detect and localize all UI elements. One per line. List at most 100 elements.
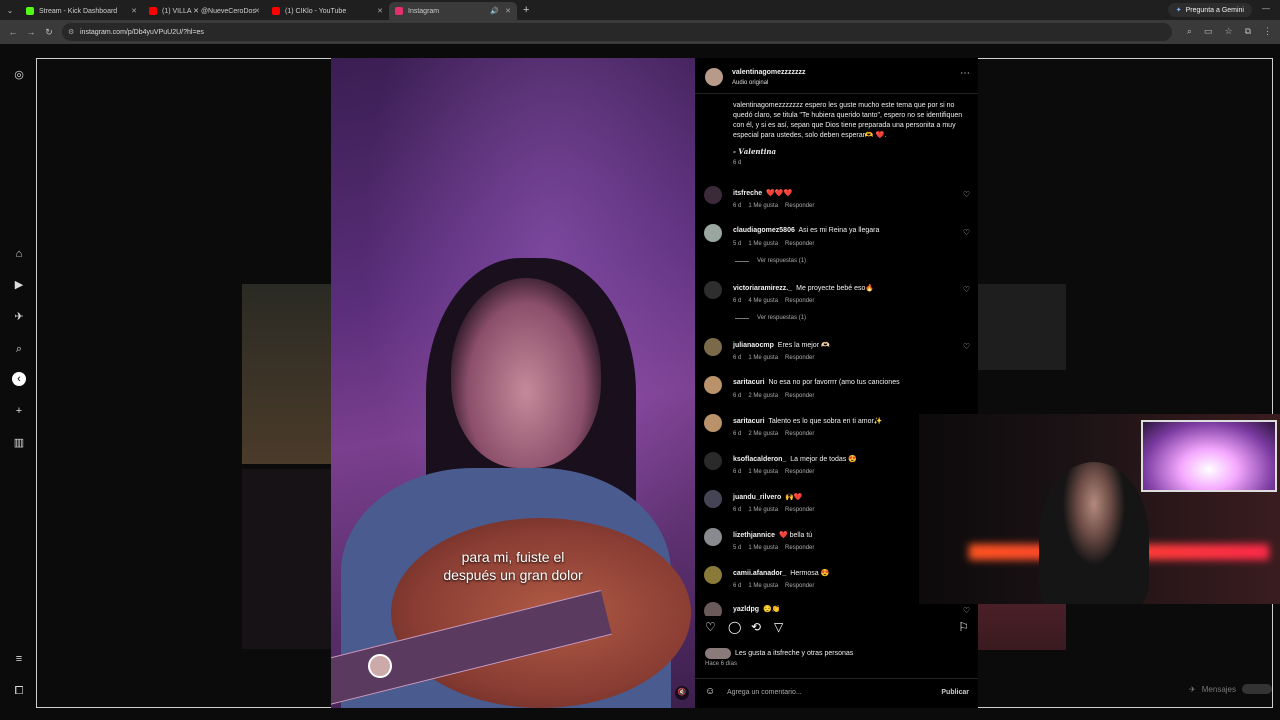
- save-bookmark-icon[interactable]: ⚐: [958, 620, 969, 634]
- comment-username[interactable]: saritacuri: [733, 418, 765, 425]
- mute-icon[interactable]: 🔇: [675, 686, 689, 700]
- reply-button[interactable]: Responder: [785, 545, 814, 551]
- search-icon[interactable]: ⌕: [12, 342, 26, 356]
- reply-button[interactable]: Responder: [785, 507, 814, 513]
- comment-username[interactable]: lizethjannice: [733, 532, 775, 539]
- comment-username[interactable]: juandu_rilvero: [733, 494, 781, 501]
- create-icon[interactable]: +: [12, 404, 26, 418]
- like-comment-icon[interactable]: ♡: [963, 285, 970, 294]
- comment-likes[interactable]: 4 Me gusta: [748, 298, 778, 304]
- post-username[interactable]: valentinagomezzzzzzz: [732, 69, 806, 76]
- more-menu-icon[interactable]: ≡: [12, 652, 26, 666]
- comment-username[interactable]: julianaocmp: [733, 342, 774, 349]
- comment-likes[interactable]: 1 Me gusta: [748, 507, 778, 513]
- emoji-icon[interactable]: ☺: [705, 686, 715, 697]
- close-tab-icon[interactable]: ✕: [131, 7, 137, 15]
- reply-button[interactable]: Responder: [785, 431, 814, 437]
- comment-username[interactable]: ksoflacalderon_: [733, 456, 786, 463]
- messages-icon[interactable]: ✈: [12, 310, 26, 324]
- avatar[interactable]: [704, 338, 722, 356]
- comment-likes[interactable]: 1 Me gusta: [748, 469, 778, 475]
- publish-button[interactable]: Publicar: [941, 689, 969, 696]
- youtube-favicon-icon: [272, 7, 280, 15]
- reload-icon[interactable]: ↻: [40, 27, 58, 38]
- like-comment-icon[interactable]: ♡: [963, 228, 970, 237]
- home-icon[interactable]: ⌂: [12, 247, 26, 261]
- view-replies-button[interactable]: Ver respuestas (1): [735, 315, 806, 321]
- comment-username[interactable]: saritacuri: [733, 379, 765, 386]
- reply-button[interactable]: Responder: [785, 298, 814, 304]
- menu-icon[interactable]: ⋮: [1263, 26, 1272, 37]
- comment-input[interactable]: Agrega un comentario...: [727, 689, 802, 696]
- reply-button[interactable]: Responder: [785, 241, 814, 247]
- comment-likes[interactable]: 2 Me gusta: [748, 431, 778, 437]
- avatar[interactable]: [705, 68, 723, 86]
- avatar[interactable]: [704, 490, 722, 508]
- like-heart-icon[interactable]: ♡: [705, 620, 716, 634]
- tab-search-icon[interactable]: ⌄: [0, 6, 20, 15]
- like-comment-icon[interactable]: ♡: [963, 342, 970, 351]
- forward-icon[interactable]: →: [22, 27, 40, 37]
- tab-instagram[interactable]: Instagram 🔊 ✕: [389, 2, 517, 20]
- close-tab-icon[interactable]: ✕: [377, 7, 383, 15]
- back-circle-icon[interactable]: ‹: [12, 372, 26, 386]
- comment-likes[interactable]: 1 Me gusta: [748, 583, 778, 589]
- avatar[interactable]: [704, 602, 722, 616]
- avatar[interactable]: [704, 186, 722, 204]
- comment-username[interactable]: itsfreche: [733, 190, 762, 197]
- reply-button[interactable]: Responder: [785, 203, 814, 209]
- comment-username[interactable]: victoriaramirezz._: [733, 285, 792, 292]
- reply-button[interactable]: Responder: [785, 469, 814, 475]
- avatar[interactable]: [704, 528, 722, 546]
- close-tab-icon[interactable]: ✕: [254, 7, 260, 15]
- messages-button[interactable]: ✈ Mensajes: [1189, 682, 1272, 696]
- like-comment-icon[interactable]: ♡: [963, 606, 970, 615]
- avatar[interactable]: [704, 566, 722, 584]
- avatar[interactable]: [704, 224, 722, 242]
- comment-likes[interactable]: 1 Me gusta: [748, 241, 778, 247]
- tab-ciklo[interactable]: (1) CIKlo - YouTube ✕: [266, 2, 389, 20]
- comment-likes[interactable]: 2 Me gusta: [748, 393, 778, 399]
- comment-bubble-icon[interactable]: ◯: [728, 620, 741, 634]
- avatar[interactable]: [704, 281, 722, 299]
- comment-likes[interactable]: 1 Me gusta: [748, 355, 778, 361]
- view-replies-button[interactable]: Ver respuestas (1): [735, 258, 806, 264]
- comment-username[interactable]: claudiagomez5806: [733, 227, 795, 234]
- repost-icon[interactable]: ⟲: [751, 620, 761, 634]
- close-tab-icon[interactable]: ✕: [505, 7, 511, 15]
- audio-playing-icon[interactable]: 🔊: [490, 7, 499, 15]
- bookmark-star-icon[interactable]: ☆: [1224, 26, 1232, 37]
- reply-button[interactable]: Responder: [785, 355, 814, 361]
- dashboard-icon[interactable]: ▥: [12, 436, 26, 450]
- avatar[interactable]: [704, 376, 722, 394]
- like-comment-icon[interactable]: ♡: [963, 190, 970, 199]
- comment-username[interactable]: camii.afanador_: [733, 570, 786, 577]
- avatar[interactable]: [704, 414, 722, 432]
- site-info-icon[interactable]: ⚙: [68, 28, 74, 36]
- creator-avatar[interactable]: [368, 654, 392, 678]
- reply-button[interactable]: Responder: [785, 393, 814, 399]
- new-tab-icon[interactable]: +: [523, 4, 529, 16]
- zoom-icon[interactable]: ⌕: [1187, 26, 1192, 37]
- tab-villa[interactable]: (1) VILLA ✕ @NueveCeroDos ✕: [143, 2, 266, 20]
- reels-icon[interactable]: ▶: [12, 278, 26, 292]
- tab-kick[interactable]: Stream - Kick Dashboard ✕: [20, 2, 143, 20]
- url-input[interactable]: ⚙ instagram.com/p/Db4yuVPuU2U/?hl=es: [62, 23, 1172, 41]
- back-icon[interactable]: ←: [4, 27, 22, 37]
- more-options-icon[interactable]: ⋯: [960, 68, 970, 79]
- avatar[interactable]: [704, 452, 722, 470]
- minimize-icon[interactable]: —: [1262, 4, 1270, 13]
- likes-summary[interactable]: Les gusta a itsfreche y otras personas: [705, 648, 853, 659]
- install-app-icon[interactable]: ▭: [1204, 26, 1213, 37]
- reel-video[interactable]: para mi, fuiste el después un gran dolor…: [331, 58, 695, 708]
- audio-label[interactable]: Audio original: [732, 80, 768, 86]
- instagram-logo-icon[interactable]: ◎: [12, 68, 26, 82]
- gemini-button[interactable]: ✦ Pregunta a Gemini: [1167, 3, 1252, 17]
- share-icon[interactable]: ▽: [774, 620, 783, 634]
- comment-username[interactable]: yazldpg: [733, 606, 759, 613]
- extensions-icon[interactable]: ⧉: [1245, 26, 1251, 37]
- reply-button[interactable]: Responder: [785, 583, 814, 589]
- comment-likes[interactable]: 1 Me gusta: [748, 203, 778, 209]
- comment-likes[interactable]: 1 Me gusta: [748, 545, 778, 551]
- meta-apps-icon[interactable]: ⧠: [12, 684, 26, 698]
